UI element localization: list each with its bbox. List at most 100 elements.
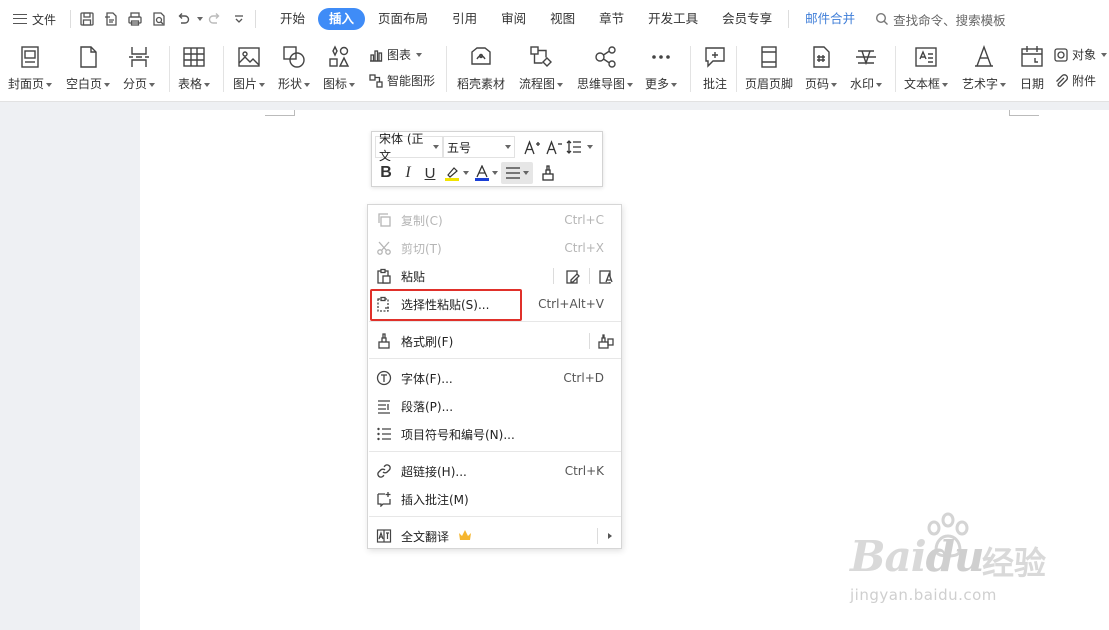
object-label: 对象 xyxy=(1072,48,1097,62)
italic-icon[interactable]: I xyxy=(397,162,419,184)
page-break-label: 分页 xyxy=(123,77,148,91)
table-button[interactable]: 表格 xyxy=(178,42,211,98)
attachment-button[interactable]: 附件 xyxy=(1053,72,1096,89)
watermark-button[interactable]: 水印 xyxy=(850,42,883,98)
scissors-icon xyxy=(375,239,393,257)
customize-toolbar-icon[interactable] xyxy=(227,7,251,31)
more-button[interactable]: 更多 xyxy=(645,42,678,98)
tab-mail-merge[interactable]: 邮件合并 xyxy=(794,8,866,30)
textbox-button[interactable]: 文本框 xyxy=(904,42,949,98)
tab-page-layout[interactable]: 页面布局 xyxy=(367,8,439,30)
mindmap-button[interactable]: 思维导图 xyxy=(577,42,634,98)
page-break-button[interactable]: 分页 xyxy=(123,42,156,98)
tab-section[interactable]: 章节 xyxy=(588,8,635,30)
divider xyxy=(589,333,590,349)
menu-item-insert-comment[interactable]: 插入批注(M) xyxy=(368,485,621,513)
font-color-icon[interactable] xyxy=(471,162,501,184)
menu-item-paste[interactable]: 粘贴 xyxy=(368,262,621,290)
daoke-material-button[interactable]: 稻壳素材 xyxy=(457,42,505,98)
chart-icon xyxy=(370,49,383,62)
tab-member[interactable]: 会员专享 xyxy=(711,8,783,30)
divider xyxy=(70,10,72,28)
page-break-icon xyxy=(124,42,154,72)
smart-graphic-button[interactable]: 智能图形 xyxy=(368,72,435,89)
shape-label: 形状 xyxy=(278,77,303,91)
tab-view[interactable]: 视图 xyxy=(539,8,586,30)
tab-review[interactable]: 审阅 xyxy=(490,8,537,30)
bold-icon[interactable]: B xyxy=(375,162,397,184)
font-icon xyxy=(375,369,393,387)
picture-button[interactable]: 图片 xyxy=(233,42,266,98)
paperclip-icon xyxy=(1056,73,1069,87)
menu-item-copy[interactable]: 复制(C) Ctrl+C xyxy=(368,206,621,234)
date-button[interactable]: 日期 xyxy=(1017,42,1047,98)
divider xyxy=(446,46,447,92)
flowchart-button[interactable]: 流程图 xyxy=(519,42,564,98)
page-number-button[interactable]: 页码 xyxy=(805,42,838,98)
more-dots-icon xyxy=(646,42,676,72)
translate-icon xyxy=(375,527,393,545)
export-pdf-icon[interactable] xyxy=(99,7,123,31)
undo-icon[interactable] xyxy=(171,7,195,31)
menu-item-hyperlink[interactable]: 超链接(H)... Ctrl+K xyxy=(368,457,621,485)
menu-separator xyxy=(369,451,621,452)
file-menu-label: 文件 xyxy=(32,12,57,27)
command-search[interactable]: 查找命令、搜索模板 xyxy=(875,10,1006,29)
underline-icon[interactable]: U xyxy=(419,162,441,184)
tab-references[interactable]: 引用 xyxy=(441,8,488,30)
menu-item-font[interactable]: 字体(F)... Ctrl+D xyxy=(368,364,621,392)
redo-icon[interactable] xyxy=(203,7,227,31)
tab-home[interactable]: 开始 xyxy=(269,8,316,30)
divider xyxy=(553,268,554,284)
increase-font-size-icon[interactable] xyxy=(521,136,543,158)
cover-page-button[interactable]: 封面页 xyxy=(8,42,53,98)
menu-separator xyxy=(369,321,621,322)
header-footer-icon xyxy=(754,42,784,72)
textbox-icon xyxy=(911,42,941,72)
print-icon[interactable] xyxy=(123,7,147,31)
paste-icon xyxy=(375,267,393,285)
comment-button[interactable]: 批注 xyxy=(700,42,730,98)
format-painter-icon[interactable] xyxy=(537,162,559,184)
shape-button[interactable]: 形状 xyxy=(278,42,311,98)
wordart-label: 艺术字 xyxy=(962,77,999,91)
print-preview-icon[interactable] xyxy=(147,7,171,31)
paste-keep-format-icon[interactable] xyxy=(564,267,582,285)
icons-icon xyxy=(324,42,354,72)
smart-graphic-label: 智能图形 xyxy=(387,74,436,88)
highlight-color-icon[interactable] xyxy=(441,162,471,184)
watermark-icon xyxy=(851,42,881,72)
crop-mark xyxy=(1009,110,1039,116)
menu-item-format-painter[interactable]: 格式刷(F) xyxy=(368,327,621,355)
divider xyxy=(690,46,691,92)
menu-item-cut[interactable]: 剪切(T) Ctrl+X xyxy=(368,234,621,262)
icon-library-button[interactable]: 图标 xyxy=(323,42,356,98)
header-footer-button[interactable]: 页眉页脚 xyxy=(745,42,793,98)
format-painter-icon xyxy=(375,332,393,350)
file-menu-button[interactable]: 文件 xyxy=(0,0,66,38)
font-name-select[interactable]: 宋体 (正文 xyxy=(375,132,443,163)
menu-item-full-translate[interactable]: 全文翻译 xyxy=(368,522,621,550)
font-size-select[interactable]: 五号 xyxy=(443,136,515,158)
decrease-font-size-icon[interactable] xyxy=(543,136,565,158)
paste-text-only-icon[interactable] xyxy=(597,267,615,285)
tab-insert[interactable]: 插入 xyxy=(318,8,366,30)
chart-button[interactable]: 图表 xyxy=(368,46,423,63)
insert-comment-icon xyxy=(375,490,393,508)
command-search-placeholder: 查找命令、搜索模板 xyxy=(893,12,1006,28)
flowchart-icon xyxy=(526,42,556,72)
save-icon[interactable] xyxy=(75,7,99,31)
line-spacing-icon[interactable] xyxy=(565,136,593,158)
align-icon[interactable] xyxy=(501,162,533,184)
blank-page-icon xyxy=(73,42,103,72)
format-painter-multi-icon[interactable] xyxy=(597,332,615,350)
copy-icon xyxy=(375,211,393,229)
blank-page-button[interactable]: 空白页 xyxy=(66,42,111,98)
highlight-annotation xyxy=(370,289,522,321)
object-button[interactable]: 对象 xyxy=(1053,46,1108,63)
watermark-logo-cn: 经验 xyxy=(982,544,1047,582)
wordart-button[interactable]: 艺术字 xyxy=(962,42,1007,98)
menu-item-paragraph[interactable]: 段落(P)... xyxy=(368,392,621,420)
menu-item-bullets-numbering[interactable]: 项目符号和编号(N)... xyxy=(368,420,621,448)
tab-developer[interactable]: 开发工具 xyxy=(637,8,709,30)
